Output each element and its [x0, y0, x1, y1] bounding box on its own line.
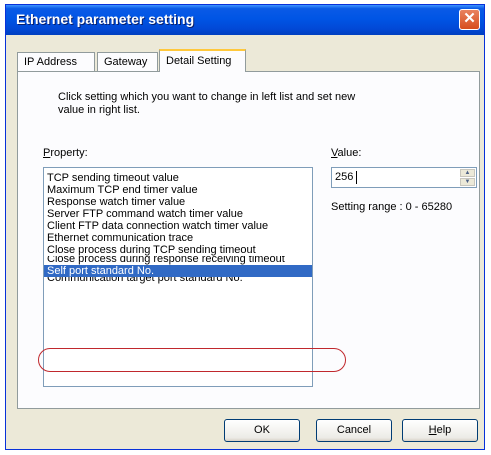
list-item[interactable]: Client FTP data connection watch timer v…: [44, 220, 312, 232]
tab-label: IP Address: [24, 56, 77, 68]
list-item[interactable]: Maximum TCP end timer value: [44, 184, 312, 196]
value-label: Value:: [331, 147, 362, 159]
tab-detail-setting[interactable]: Detail Setting: [159, 49, 246, 72]
value-text[interactable]: 256: [335, 171, 353, 183]
dialog-window: Ethernet parameter setting ✕ IP Address …: [5, 4, 485, 450]
cancel-button[interactable]: Cancel: [316, 419, 392, 442]
title-bar[interactable]: Ethernet parameter setting ✕: [6, 5, 484, 35]
tab-label: Detail Setting: [166, 55, 232, 67]
close-icon: ✕: [463, 10, 476, 27]
list-item[interactable]: Close process during response receiving …: [44, 256, 312, 265]
list-item[interactable]: Ethernet communication trace: [44, 232, 312, 244]
list-item[interactable]: Communication target port standard No.: [44, 277, 312, 286]
detail-setting-panel: Click setting which you want to change i…: [17, 71, 480, 409]
selection-highlight-ring: [38, 348, 346, 372]
list-item[interactable]: Response watch timer value: [44, 196, 312, 208]
close-button[interactable]: ✕: [459, 9, 480, 30]
spin-buttons: ▲ ▼: [460, 169, 475, 186]
list-item[interactable]: Server FTP command watch timer value: [44, 208, 312, 220]
list-item[interactable]: TCP sending timeout value: [44, 172, 312, 184]
list-item[interactable]: Close process during TCP sending timeout: [44, 244, 312, 256]
help-button[interactable]: Help: [402, 419, 478, 442]
window-title: Ethernet parameter setting: [16, 11, 195, 27]
property-label: Property:: [43, 147, 88, 159]
tab-gateway[interactable]: Gateway: [97, 52, 158, 71]
text-caret: [356, 171, 357, 184]
spin-up-button[interactable]: ▲: [460, 169, 475, 177]
setting-range-text: Setting range : 0 - 65280: [331, 201, 453, 213]
value-spin-input[interactable]: 256 ▲ ▼: [331, 167, 477, 188]
ok-button[interactable]: OK: [224, 419, 300, 442]
tab-label: Gateway: [104, 56, 148, 68]
spin-down-button[interactable]: ▼: [460, 178, 475, 186]
list-item-selected[interactable]: Self port standard No.: [44, 265, 312, 277]
tab-ip-address[interactable]: IP Address: [17, 52, 95, 71]
instructions-text: Click setting which you want to change i…: [58, 91, 356, 116]
